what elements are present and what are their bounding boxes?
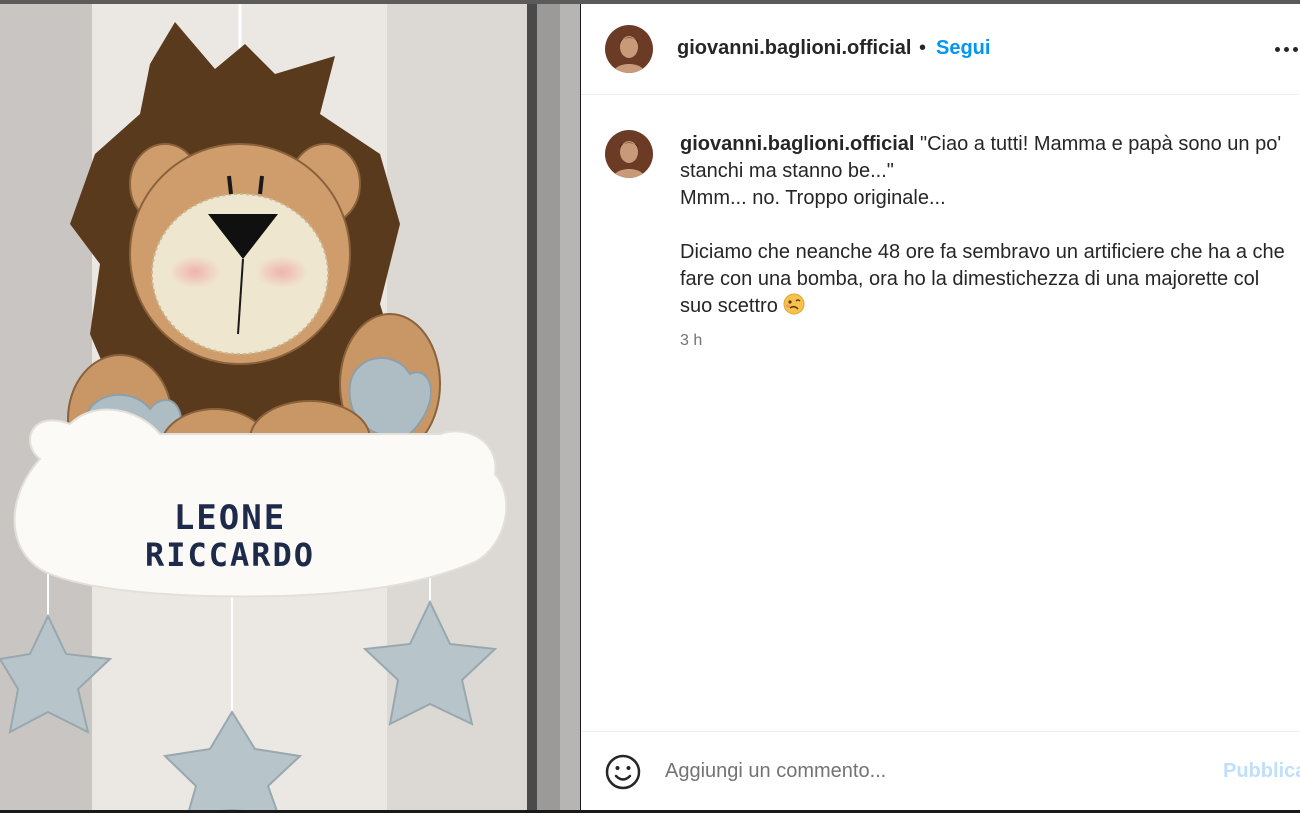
post-caption: giovanni.baglioni.official "Ciao a tutti… <box>680 131 1300 323</box>
name-embroidery-line2: RICCARDO <box>145 536 315 574</box>
more-options-icon[interactable] <box>1271 34 1300 62</box>
caption-paragraph-2: Diciamo che neanche 48 ore fa sembravo u… <box>680 241 1285 317</box>
post-timestamp[interactable]: 3 h <box>680 332 702 350</box>
name-embroidery-line1: LEONE <box>174 498 286 538</box>
separator-dot: • <box>919 37 927 59</box>
comment-input[interactable] <box>665 754 1185 788</box>
follow-button[interactable]: Segui <box>936 37 990 60</box>
lion-decoration-image: LEONE RICCARDO <box>0 4 580 810</box>
smiley-icon[interactable] <box>603 752 643 792</box>
caption-line-2: stanchi ma stanno be..." <box>680 160 894 182</box>
author-avatar[interactable] <box>605 25 653 73</box>
caption-line-1: "Ciao a tutti! Mamma e papà sono un po' <box>920 133 1282 155</box>
avatar-photo-icon <box>605 25 653 73</box>
publish-button[interactable]: Pubblica <box>1223 760 1300 783</box>
post-header: giovanni.baglioni.official • Segui <box>581 4 1300 95</box>
caption-line-3: Mmm... no. Troppo originale... <box>680 187 946 209</box>
comment-bar: Pubblica <box>581 731 1300 810</box>
caption-author-avatar[interactable] <box>605 130 653 178</box>
author-username-link[interactable]: giovanni.baglioni.official <box>677 37 911 60</box>
caption-username-link[interactable]: giovanni.baglioni.official <box>680 133 914 155</box>
post-photo[interactable]: LEONE RICCARDO <box>0 4 580 810</box>
post-panel: giovanni.baglioni.official • Segui giova… <box>581 4 1300 810</box>
avatar-photo-icon <box>605 130 653 178</box>
woozy-face-emoji-icon <box>783 293 805 323</box>
